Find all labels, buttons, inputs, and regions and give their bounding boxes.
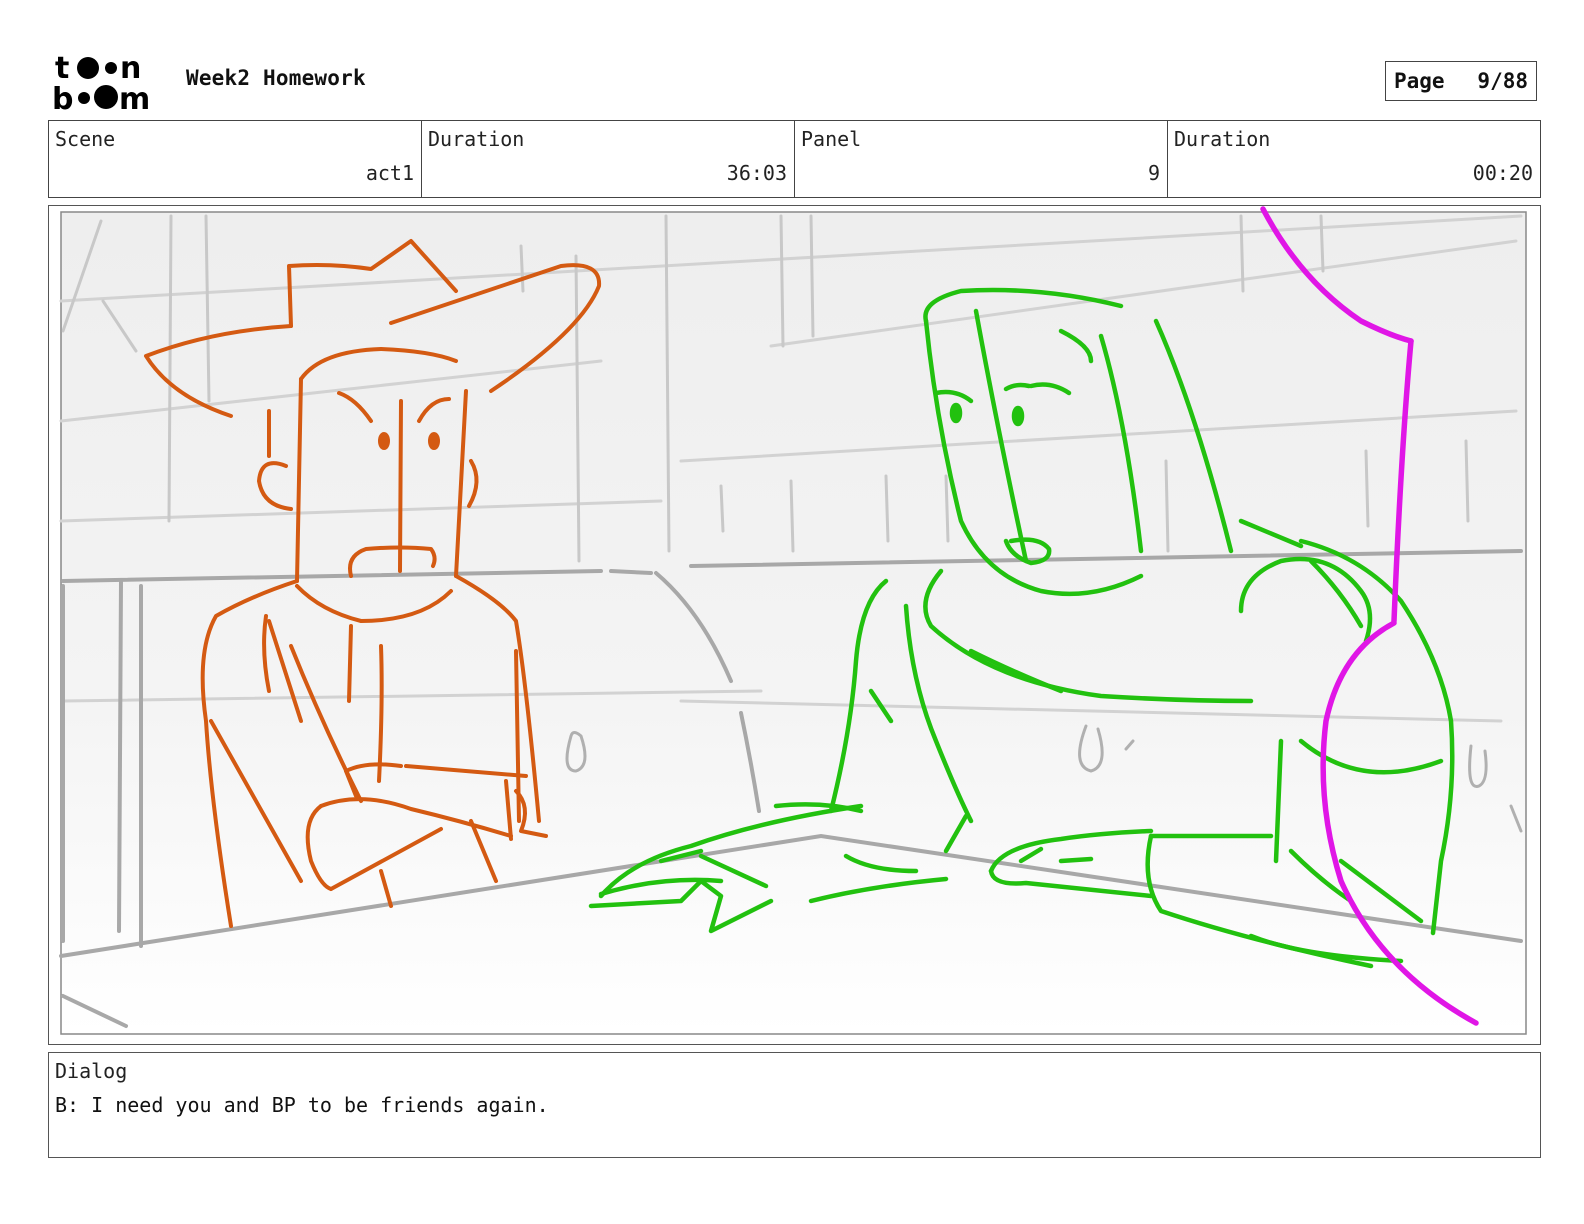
page-label: Page bbox=[1394, 69, 1445, 93]
scene-duration-label: Duration bbox=[428, 127, 525, 151]
project-title: Week2 Homework bbox=[186, 66, 366, 90]
scene-duration-value: 36:03 bbox=[726, 161, 787, 185]
scene-value: act1 bbox=[365, 161, 414, 185]
page-indicator: Page 9/88 bbox=[1385, 61, 1537, 101]
scene-cell: Scene act1 bbox=[49, 121, 422, 197]
panel-cell: Panel 9 bbox=[795, 121, 1168, 197]
svg-text:t: t bbox=[55, 51, 69, 86]
panel-label: Panel bbox=[801, 127, 862, 151]
panel-duration-value: 00:20 bbox=[1472, 161, 1533, 185]
svg-text:m: m bbox=[119, 82, 150, 112]
page-number: 9/88 bbox=[1477, 69, 1528, 93]
panel-sketch bbox=[59, 206, 1527, 1035]
panel-duration-label: Duration bbox=[1174, 127, 1271, 151]
toon-boom-logo: t n b m bbox=[52, 51, 150, 112]
panel-duration-cell: Duration 00:20 bbox=[1168, 121, 1540, 197]
svg-text:n: n bbox=[120, 51, 141, 86]
dialog-label: Dialog bbox=[55, 1059, 128, 1083]
svg-text:b: b bbox=[52, 82, 73, 112]
scene-label: Scene bbox=[55, 127, 116, 151]
storyboard-panel bbox=[48, 205, 1541, 1045]
panel-value: 9 bbox=[1147, 161, 1160, 185]
panel-info-table: Scene act1 Duration 36:03 Panel 9 Durati… bbox=[48, 120, 1541, 198]
dialog-box: Dialog B: I need you and BP to be friend… bbox=[48, 1052, 1541, 1158]
dialog-text: B: I need you and BP to be friends again… bbox=[55, 1093, 549, 1117]
scene-duration-cell: Duration 36:03 bbox=[422, 121, 795, 197]
